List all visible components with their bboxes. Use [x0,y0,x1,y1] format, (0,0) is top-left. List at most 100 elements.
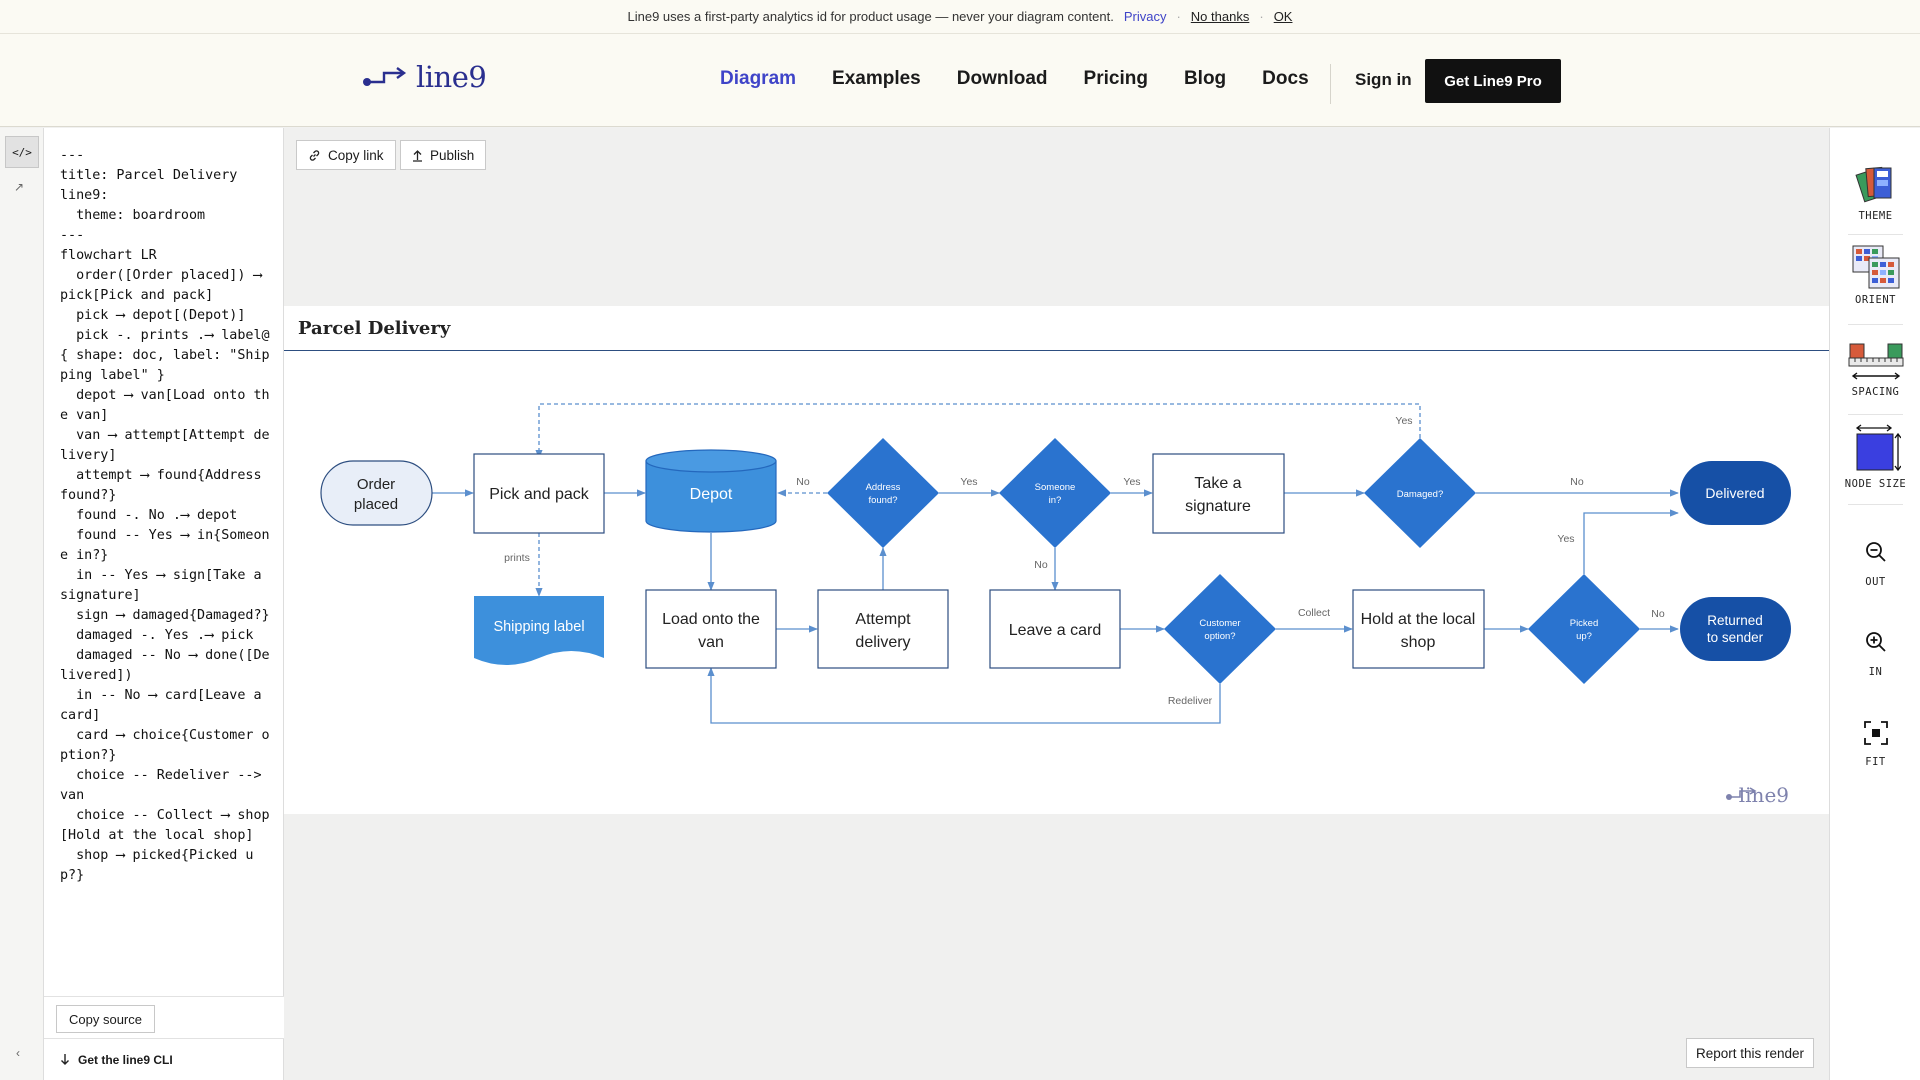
node-size-label: NODE SIZE [1844,478,1907,490]
node-choice[interactable]: Customer option? [1164,574,1276,684]
node-damaged-line1: Damaged? [1397,489,1443,500]
node-depot-line1: Depot [690,486,733,503]
edge-damaged-pick [535,403,1421,459]
node-size-icon [1855,424,1901,472]
node-damaged[interactable]: Damaged? [1364,438,1476,548]
source-code[interactable]: --- title: Parcel Delivery line9: theme:… [60,146,276,996]
edge-label-damaged-no: No [1570,476,1584,488]
nav-docs[interactable]: Docs [1262,68,1308,90]
collapse-icon[interactable]: ‹ [16,1046,20,1060]
edge-label-picked-yes: Yes [1557,533,1574,545]
edge-label-in-yes: Yes [1123,476,1140,488]
node-done[interactable]: Delivered [1680,461,1791,525]
node-label-line1: Shipping label [493,619,584,635]
copy-link-label: Copy link [328,147,384,163]
flowchart: prints No Yes Yes No Yes No Collect Rede… [320,403,1791,807]
node-size-tool[interactable]: NODE SIZE [1830,424,1920,490]
node-pick-line1: Pick and pack [489,486,590,503]
node-in-line1: Someone [1035,482,1076,493]
get-pro-button[interactable]: Get Line9 Pro [1425,59,1561,103]
nav-links: Diagram Examples Download Pricing Blog D… [720,68,1309,90]
zoom-in-icon [1865,632,1886,652]
node-shop[interactable]: Hold at the local shop [1352,589,1485,669]
node-sign-line2: signature [1185,498,1251,515]
node-in[interactable]: Someone in? [999,438,1111,548]
no-thanks-button[interactable]: No thanks [1191,9,1250,24]
cli-label: Get the line9 CLI [78,1052,173,1067]
editor-footer: Copy source [44,996,284,1038]
fit-label: FIT [1865,756,1886,768]
nav-blog[interactable]: Blog [1184,68,1226,90]
banner-separator: · [1259,9,1264,24]
node-returned[interactable]: Returned to sender [1680,597,1791,661]
theme-icon [1854,166,1891,203]
nav-download[interactable]: Download [957,68,1048,90]
code-view-button[interactable]: </> [5,136,39,168]
node-order[interactable]: Order placed [320,460,433,526]
node-pick[interactable]: Pick and pack [473,453,605,534]
node-in-line2: in? [1049,495,1062,506]
diagram-canvas[interactable]: Copy link Publish Parcel Delivery prints… [284,128,1829,1080]
node-found-line2: found? [868,495,897,506]
get-cli-link[interactable]: Get the line9 CLI [44,1038,284,1080]
node-choice-line2: option? [1204,631,1235,642]
node-order-line1: Order [357,476,395,493]
watermark-text: line9 [1739,783,1789,807]
download-icon [61,1053,69,1065]
node-order-line2: placed [354,496,398,513]
popout-icon[interactable]: ↗ [14,180,24,194]
spacing-icon [1848,343,1903,380]
copy-link-button[interactable]: Copy link [296,140,396,170]
nav-examples[interactable]: Examples [832,68,921,90]
node-van[interactable]: Load onto the van [645,589,777,669]
zoom-in-button[interactable]: IN [1830,630,1920,678]
theme-label: THEME [1858,210,1893,222]
rail-divider [1848,414,1903,415]
nav-pricing[interactable]: Pricing [1084,68,1148,90]
publish-label: Publish [430,147,475,163]
logo[interactable]: line9 [362,60,487,94]
orient-tool[interactable]: ORIENT [1830,244,1920,306]
publish-button[interactable]: Publish [400,140,487,170]
link-icon [309,149,320,161]
node-attempt[interactable]: Attempt delivery [817,589,949,669]
rail-divider [1848,504,1903,505]
logo-text: line9 [416,60,487,94]
sign-in-link[interactable]: Sign in [1355,70,1412,90]
edge-label-in-no: No [1034,559,1048,571]
zoom-out-button[interactable]: OUT [1830,540,1920,588]
node-card-line1: Leave a card [1009,622,1102,639]
top-nav: line9 Diagram Examples Download Pricing … [0,34,1920,127]
node-picked[interactable]: Picked up? [1528,574,1640,684]
zoom-in-label: IN [1868,666,1883,678]
banner-message: Line9 uses a first-party analytics id fo… [627,9,1114,24]
node-picked-line2: up? [1576,631,1592,642]
spacing-tool[interactable]: SPACING [1830,342,1920,398]
nav-diagram[interactable]: Diagram [720,68,796,90]
rail-divider [1848,234,1903,235]
upload-icon [413,149,422,162]
edge-label-damaged-yes: Yes [1395,415,1412,427]
fit-button[interactable]: FIT [1830,720,1920,768]
node-van-line1: Load onto the [662,611,760,628]
ok-button[interactable]: OK [1274,9,1293,24]
node-picked-line1: Picked [1570,618,1599,629]
copy-source-button[interactable]: Copy source [56,1005,155,1033]
node-label[interactable]: Shipping label [474,596,604,665]
privacy-link[interactable]: Privacy [1124,9,1167,24]
diagram-card: Parcel Delivery prints No Yes Yes No Yes… [284,306,1829,814]
edge-label-found-yes: Yes [960,476,977,488]
node-done-line1: Delivered [1705,485,1764,501]
orient-icon [1852,245,1899,289]
node-found[interactable]: Address found? [827,438,939,548]
edge-label-prints: prints [504,552,530,564]
node-sign-line1: Take a [1194,475,1241,492]
theme-tool[interactable]: THEME [1830,162,1920,222]
zoom-out-label: OUT [1865,576,1886,588]
node-depot[interactable]: Depot [645,449,777,533]
node-sign[interactable]: Take a signature [1152,453,1285,534]
node-card[interactable]: Leave a card [989,589,1121,669]
watermark: line9 [1726,783,1789,807]
node-van-line2: van [698,634,724,651]
report-render-button[interactable]: Report this render [1686,1038,1815,1068]
